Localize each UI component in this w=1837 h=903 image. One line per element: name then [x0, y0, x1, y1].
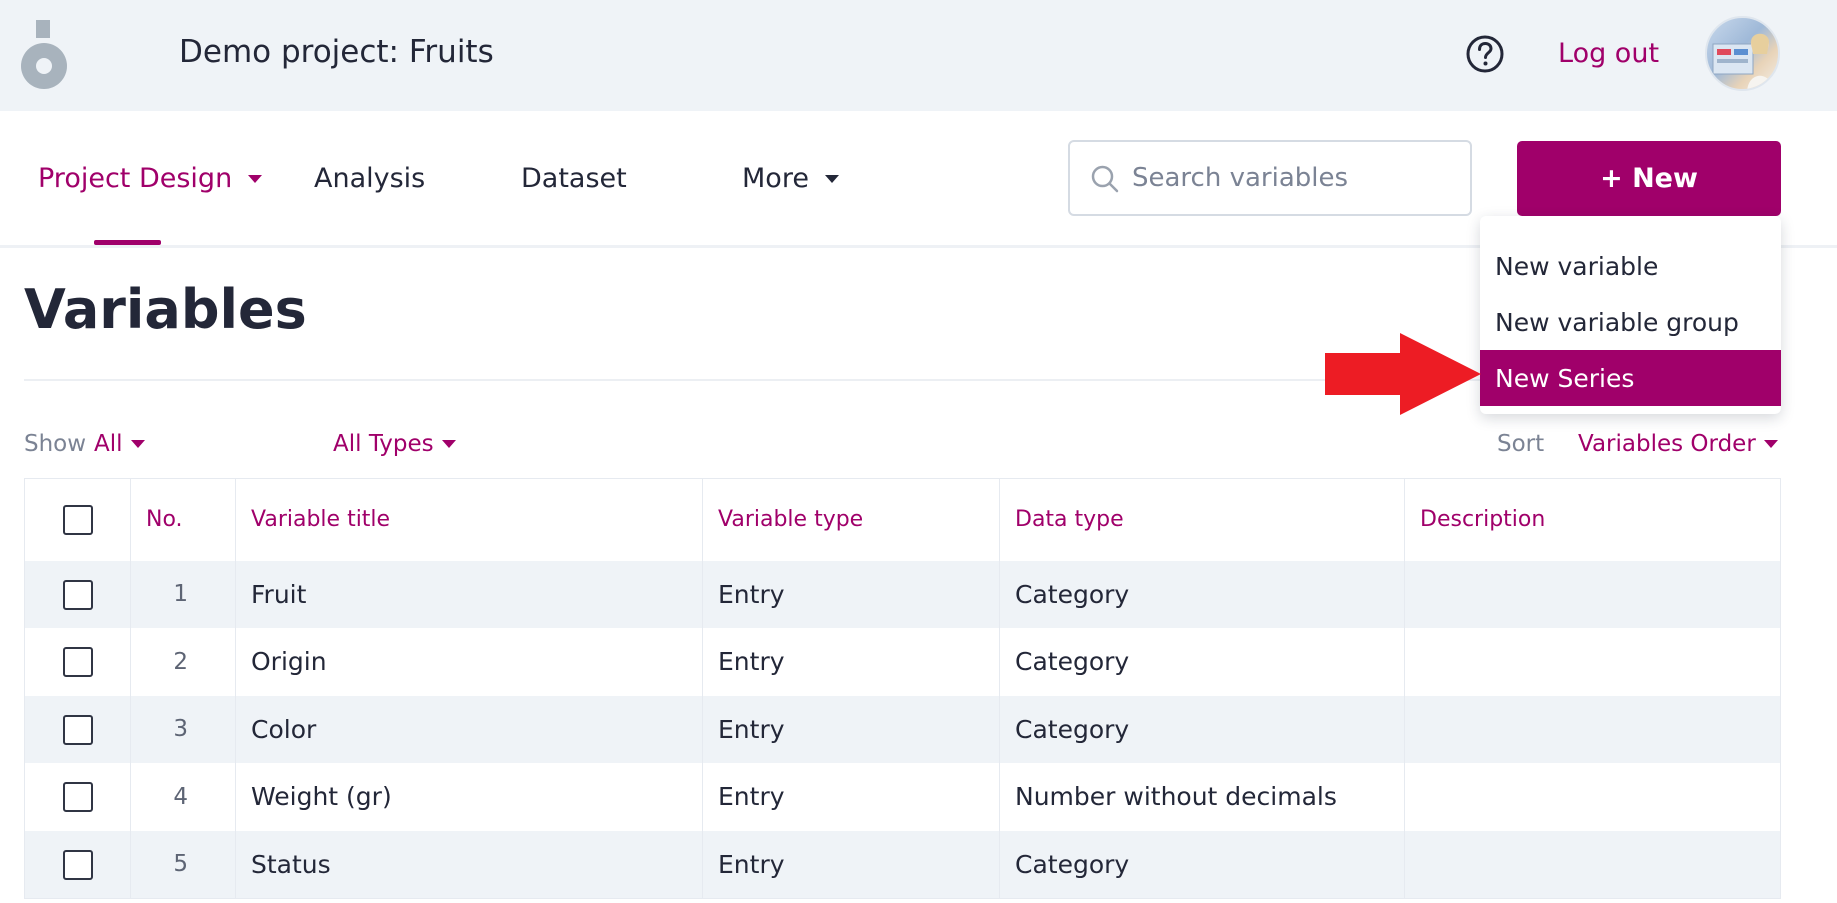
chevron-down-icon	[130, 440, 145, 448]
data-type: Category	[999, 560, 1405, 628]
chevron-down-icon	[441, 440, 456, 448]
tab-label: More	[742, 163, 809, 194]
show-filter-label: Show	[24, 431, 87, 457]
active-tab-indicator	[94, 240, 161, 245]
tab-analysis[interactable]: Analysis	[314, 163, 425, 194]
type-filter-dropdown[interactable]: All Types	[333, 431, 456, 457]
table-row[interactable]: 2 Origin Entry Category	[24, 628, 1781, 696]
red-arrow-annotation-icon	[1325, 333, 1481, 415]
description	[1404, 830, 1781, 898]
tab-label: Dataset	[521, 163, 627, 194]
search-input[interactable]	[1132, 156, 1452, 200]
row-number: 3	[130, 695, 236, 763]
chevron-down-icon	[824, 174, 839, 183]
row-number: 4	[130, 763, 236, 831]
column-header-no[interactable]: No.	[130, 478, 236, 561]
variable-title: Weight (gr)	[235, 763, 703, 831]
variable-title: Fruit	[235, 560, 703, 628]
table-row[interactable]: 1 Fruit Entry Category	[24, 560, 1781, 628]
variable-type: Entry	[702, 560, 1000, 628]
variable-type: Entry	[702, 763, 1000, 831]
tab-label: Project Design	[38, 163, 233, 194]
variable-type: Entry	[702, 628, 1000, 696]
chevron-down-icon	[248, 174, 263, 183]
row-select-cell	[24, 830, 131, 898]
row-select-cell	[24, 763, 131, 831]
app-logo-icon[interactable]	[20, 18, 68, 90]
menu-item-new-series[interactable]: New Series	[1480, 350, 1781, 406]
table-row[interactable]: 5 Status Entry Category	[24, 830, 1781, 898]
page-title: Variables	[24, 278, 307, 341]
description	[1404, 695, 1781, 763]
row-checkbox[interactable]	[62, 782, 93, 813]
select-all-checkbox[interactable]	[62, 504, 93, 535]
avatar[interactable]	[1705, 16, 1780, 91]
column-header-variable-title[interactable]: Variable title	[235, 478, 703, 561]
column-header-description[interactable]: Description	[1404, 478, 1781, 561]
menu-item-new-variable[interactable]: New variable	[1480, 238, 1781, 294]
row-number: 5	[130, 830, 236, 898]
row-number: 1	[130, 560, 236, 628]
row-select-cell	[24, 628, 131, 696]
description	[1404, 763, 1781, 831]
tab-more[interactable]: More	[742, 163, 839, 194]
select-all-cell	[24, 478, 131, 561]
tab-label: Analysis	[314, 163, 426, 194]
project-title: Demo project: Fruits	[179, 34, 494, 70]
sort-dropdown[interactable]: Variables Order	[1578, 431, 1778, 457]
logout-link[interactable]: Log out	[1558, 38, 1659, 69]
description	[1404, 560, 1781, 628]
variable-type: Entry	[702, 695, 1000, 763]
avatar-image	[1712, 33, 1773, 89]
show-filter-value: All	[94, 431, 123, 457]
show-filter-dropdown[interactable]: All	[94, 431, 145, 457]
question-circle-icon[interactable]	[1465, 34, 1505, 74]
variable-title: Color	[235, 695, 703, 763]
column-header-variable-type[interactable]: Variable type	[702, 478, 1000, 561]
table-row[interactable]: 3 Color Entry Category	[24, 695, 1781, 763]
menu-item-new-variable-group[interactable]: New variable group	[1480, 294, 1781, 350]
new-dropdown-menu: New variable New variable group New Seri…	[1480, 216, 1781, 414]
data-type: Category	[999, 830, 1405, 898]
row-number: 2	[130, 628, 236, 696]
tab-dataset[interactable]: Dataset	[521, 163, 627, 194]
table-row[interactable]: 4 Weight (gr) Entry Number without decim…	[24, 763, 1781, 831]
type-filter-value: All Types	[333, 431, 434, 457]
sort-value: Variables Order	[1578, 431, 1756, 457]
row-select-cell	[24, 560, 131, 628]
column-header-data-type[interactable]: Data type	[999, 478, 1405, 561]
data-type: Number without decimals	[999, 763, 1405, 831]
description	[1404, 628, 1781, 696]
tab-project-design[interactable]: Project Design	[38, 163, 263, 194]
data-type: Category	[999, 628, 1405, 696]
row-checkbox[interactable]	[62, 579, 93, 610]
search-icon	[1091, 165, 1119, 193]
variable-title: Status	[235, 830, 703, 898]
sort-label: Sort	[1497, 431, 1545, 457]
new-button[interactable]: + New	[1517, 141, 1781, 216]
top-header: Demo project: Fruits Log out	[0, 0, 1837, 111]
variables-table: No. Variable title Variable type Data ty…	[24, 478, 1781, 899]
row-checkbox[interactable]	[62, 714, 93, 745]
data-type: Category	[999, 695, 1405, 763]
variable-type: Entry	[702, 830, 1000, 898]
variable-title: Origin	[235, 628, 703, 696]
row-select-cell	[24, 695, 131, 763]
table-header-row: No. Variable title Variable type Data ty…	[24, 478, 1781, 561]
chevron-down-icon	[1763, 440, 1778, 448]
row-checkbox[interactable]	[62, 849, 93, 880]
search-box[interactable]	[1068, 140, 1472, 216]
row-checkbox[interactable]	[62, 647, 93, 678]
